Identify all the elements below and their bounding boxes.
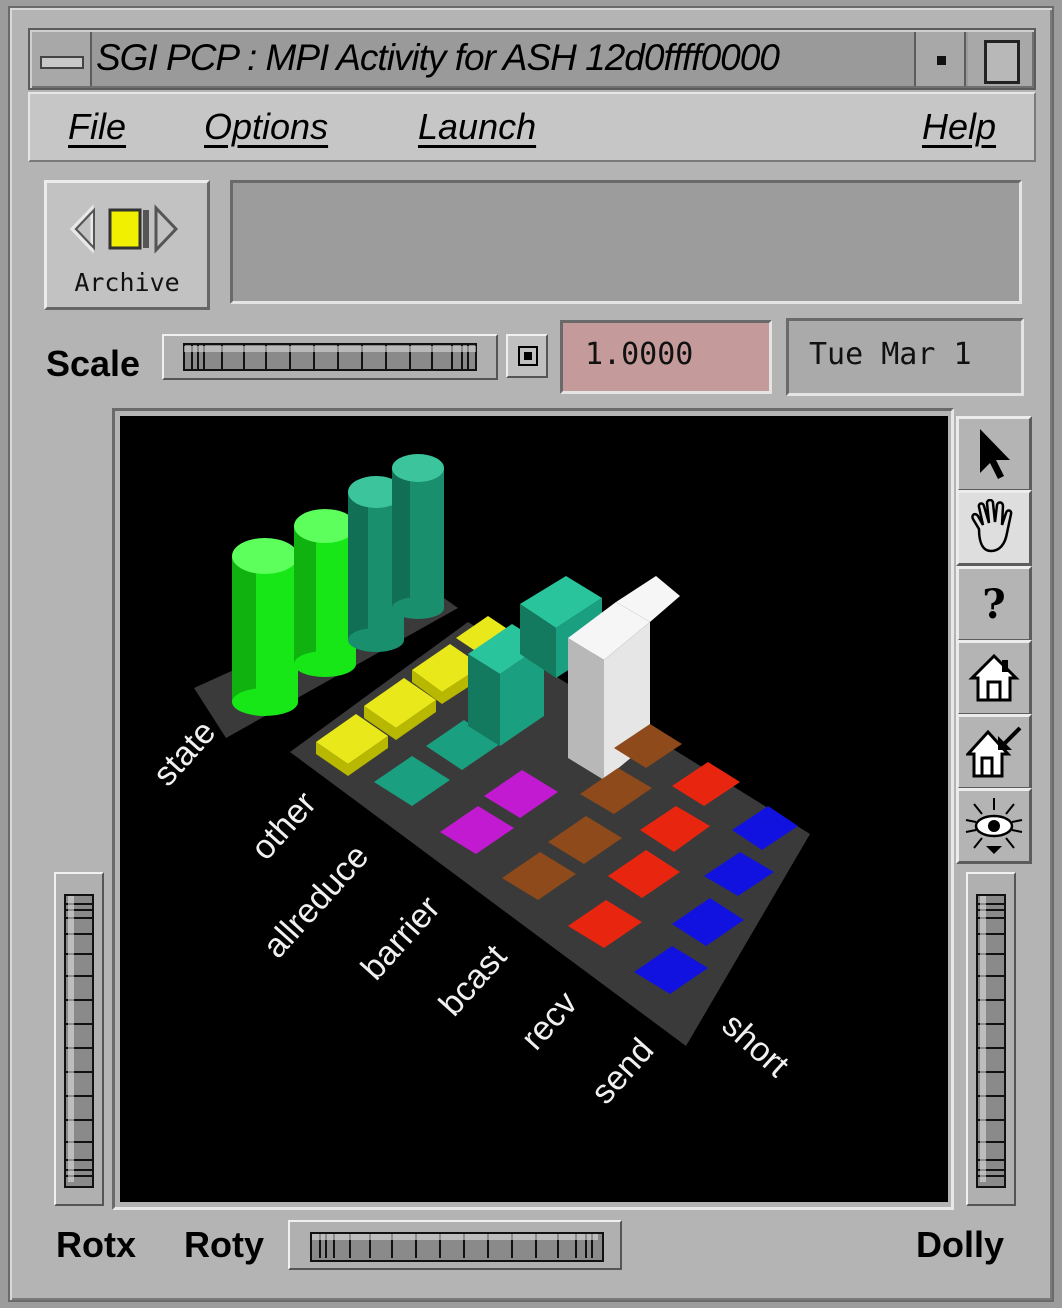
window-title: SGI PCP : MPI Activity for ASH 12d0ffff0… bbox=[96, 37, 780, 78]
menu-file[interactable]: File bbox=[68, 102, 126, 152]
rotx-label: Rotx bbox=[56, 1224, 136, 1265]
row-label-short: short bbox=[715, 1006, 797, 1085]
3d-viewer[interactable]: state other allreduce barrier bcast recv… bbox=[120, 416, 948, 1202]
menu-help[interactable]: Help bbox=[922, 102, 996, 152]
set-home-button[interactable] bbox=[956, 714, 1032, 790]
help-button[interactable]: ? bbox=[956, 566, 1032, 642]
roty-label: Roty bbox=[184, 1224, 264, 1265]
maximize-button[interactable] bbox=[968, 32, 1032, 86]
date-field: Tue Mar 1 bbox=[786, 318, 1024, 396]
row-label-send: send bbox=[584, 1031, 662, 1111]
window-menu-button[interactable] bbox=[32, 32, 92, 86]
view-mode-button[interactable] bbox=[956, 490, 1032, 566]
state-bar-4 bbox=[392, 454, 444, 619]
arrow-cursor-icon bbox=[980, 429, 1010, 479]
question-mark-icon: ? bbox=[982, 580, 1006, 628]
menu-bar: File Options Launch Help bbox=[28, 92, 1036, 162]
roty-thumbwheel[interactable] bbox=[288, 1220, 622, 1270]
dolly-label: Dolly bbox=[916, 1224, 1005, 1265]
view-all-button[interactable] bbox=[956, 788, 1032, 864]
minimize-icon bbox=[937, 56, 946, 65]
row-label-recv: recv bbox=[514, 984, 585, 1057]
scale-value-field[interactable]: 1.0000 bbox=[560, 320, 772, 394]
rotx-thumbwheel[interactable] bbox=[54, 872, 104, 1206]
toggle-indicator-icon bbox=[518, 346, 538, 366]
grid-platform bbox=[290, 622, 810, 1046]
row-label-state: state bbox=[146, 713, 224, 793]
home-icon bbox=[968, 653, 1020, 702]
scale-label: Scale bbox=[46, 343, 141, 384]
row-label-bcast: bcast bbox=[432, 937, 515, 1023]
hand-icon bbox=[971, 499, 1013, 553]
state-bar-2 bbox=[294, 509, 356, 677]
archive-label: Archive bbox=[74, 268, 180, 297]
status-area bbox=[230, 180, 1022, 304]
scale-thumbwheel[interactable] bbox=[162, 334, 498, 380]
row-label-other: other bbox=[244, 784, 324, 867]
dolly-thumbwheel[interactable] bbox=[966, 872, 1016, 1206]
maximize-icon bbox=[984, 40, 1020, 84]
set-home-icon bbox=[966, 726, 1022, 778]
scale-toggle-button[interactable] bbox=[506, 334, 548, 378]
state-bar-1 bbox=[232, 538, 298, 716]
menu-launch[interactable]: Launch bbox=[418, 102, 536, 152]
pick-mode-button[interactable] bbox=[956, 416, 1032, 492]
menu-options[interactable]: Options bbox=[204, 102, 328, 152]
eye-icon bbox=[965, 798, 1023, 854]
row-label-barrier: barrier bbox=[354, 889, 448, 987]
minimize-button[interactable] bbox=[914, 32, 966, 86]
archive-vcr-icon bbox=[70, 204, 179, 254]
home-button[interactable] bbox=[956, 640, 1032, 716]
